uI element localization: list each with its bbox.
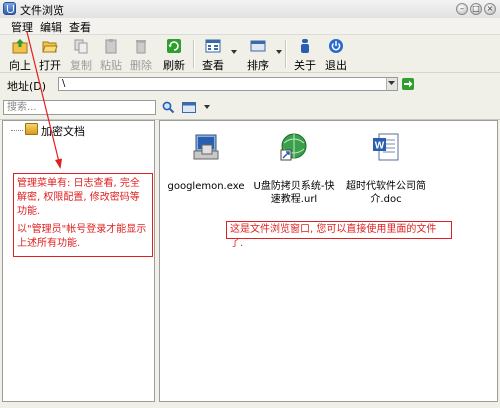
status-bar bbox=[0, 402, 500, 408]
file-browser-window: 文件浏览 – □ × 管理 编辑 查看 向上 打开 复制 粘贴 删除 刷新 查看… bbox=[0, 0, 500, 408]
annotation-arrow bbox=[26, 31, 62, 169]
